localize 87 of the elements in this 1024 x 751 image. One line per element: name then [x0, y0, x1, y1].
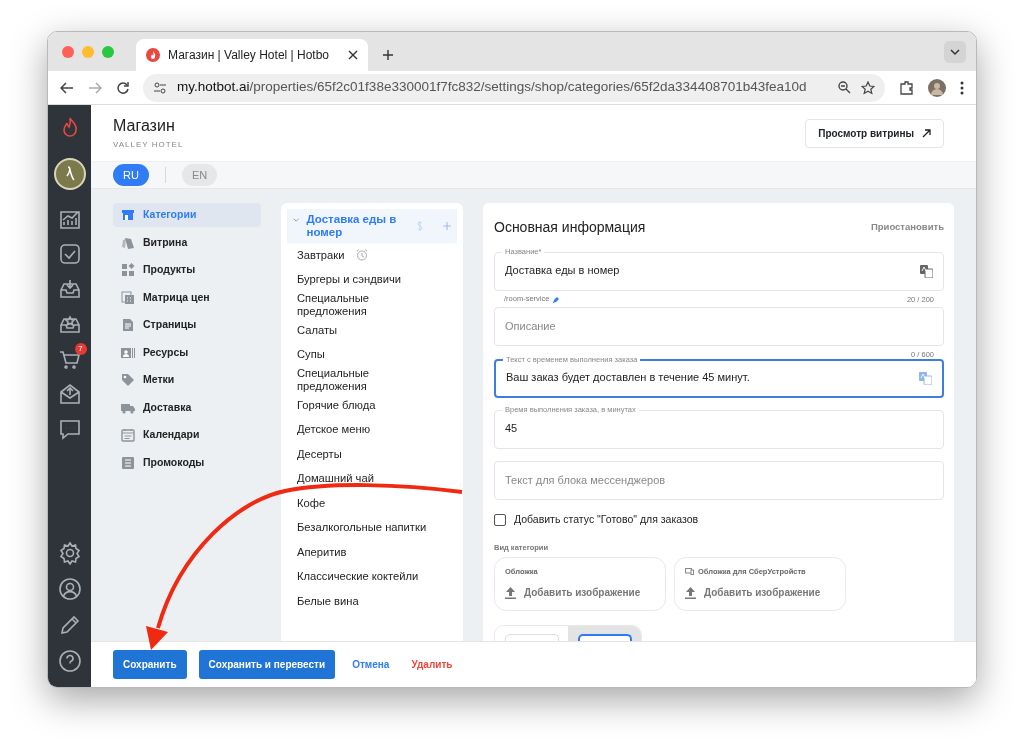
site-info-icon[interactable] [153, 81, 167, 94]
flame-logo-icon[interactable] [60, 117, 79, 137]
category-item[interactable]: Специальные предложения [297, 292, 435, 318]
input-field[interactable]: 45 [505, 420, 933, 437]
preview-button[interactable]: Просмотр витрины [805, 118, 944, 148]
category-item[interactable]: Белые вина [297, 594, 359, 608]
coupon-icon [121, 455, 135, 470]
add-image-link[interactable]: Добавить изображение [524, 585, 641, 601]
favicon-icon [146, 48, 160, 62]
page-title: Магазин [113, 115, 176, 136]
contact-card-icon [121, 345, 135, 360]
device-icon [685, 568, 694, 576]
add-image-link[interactable]: Добавить изображение [704, 585, 821, 601]
category-item[interactable]: Десерты [297, 447, 342, 461]
category-item[interactable]: Супы [297, 348, 325, 362]
mail-upload-icon[interactable] [57, 382, 82, 406]
checkbox[interactable] [494, 513, 506, 526]
url-text: my.hotbot.ai/properties/65f2c01f38e330001f7fc832/settings/shop/categories/65f2da334408701b43fea10d [177, 78, 808, 97]
input-field[interactable]: Описание [505, 318, 933, 335]
help-icon[interactable] [57, 649, 82, 673]
category-item[interactable]: Специальные предложения [297, 367, 435, 393]
menu-item[interactable]: Доставка [113, 395, 261, 420]
external-link-icon [922, 128, 931, 138]
category-item[interactable]: Домашний чай [297, 472, 374, 486]
delete-link[interactable]: Удалить [410, 656, 454, 673]
section-title: Основная информация [494, 218, 646, 237]
inbox-download-icon[interactable] [57, 277, 82, 301]
clock-icon [356, 249, 369, 262]
input-field[interactable]: Доставка еды в номер [505, 262, 920, 279]
back-icon[interactable] [60, 81, 74, 94]
suspend-link[interactable]: Приостановить [870, 220, 944, 235]
save-button[interactable]: Сохранить и перевести [198, 650, 336, 679]
settings-icon[interactable] [57, 541, 82, 565]
menu-item[interactable]: Витрина [113, 230, 261, 255]
chat-icon[interactable] [57, 417, 82, 441]
checkbox-label: Добавить статус "Готово" для заказов [514, 512, 699, 527]
upload-icon [685, 586, 696, 599]
calendar-icon [121, 428, 135, 442]
translate-icon[interactable] [920, 265, 933, 278]
menu-item[interactable]: Календари [113, 423, 261, 447]
address-bar[interactable]: my.hotbot.ai/properties/65f2c01f38e330001f7fc832/settings/shop/categories/65f2da334408701b43fea10d [143, 73, 885, 102]
storefront-icon [121, 208, 135, 222]
zoom-icon[interactable] [838, 81, 851, 94]
text-field[interactable]: Текст для блока мессенджеров [494, 461, 944, 500]
calculator-icon [121, 290, 135, 305]
more-icon[interactable] [960, 80, 964, 95]
blocks-icon [121, 263, 135, 277]
browser-tab[interactable]: Магазин | Valley Hotel | Hotbo [136, 39, 368, 71]
category-item[interactable]: Горячие блюда [297, 398, 376, 412]
cancel-link[interactable]: Отмена [351, 656, 391, 673]
notification-badge: 7 [74, 343, 87, 355]
tags-icon [121, 235, 135, 250]
category-item[interactable]: Салаты [297, 323, 338, 337]
hotel-avatar-icon[interactable] [53, 158, 86, 190]
hotel-name: VALLEY HOTEL [113, 138, 184, 151]
save-button[interactable]: Сохранить [113, 650, 187, 679]
tab-title: Магазин | Valley Hotel | Hotbo [168, 47, 331, 64]
bookmark-star-icon[interactable] [861, 80, 875, 95]
category-item[interactable]: Детское меню [297, 423, 371, 437]
input-field[interactable]: Ваш заказ будет доставлен в течение 45 минут. [506, 369, 919, 386]
category-item[interactable]: Бургеры и сэндвичи [297, 273, 401, 287]
menu-item[interactable]: Матрица цен [113, 285, 261, 310]
text-field[interactable]: Описание [494, 307, 944, 346]
reload-icon[interactable] [116, 81, 129, 94]
menu-item[interactable]: Ресурсы [113, 340, 261, 365]
user-icon[interactable] [57, 577, 82, 601]
tag-icon [121, 373, 135, 387]
profile-avatar-icon[interactable] [928, 78, 946, 97]
category-item[interactable]: Безалкогольные напитки [297, 521, 427, 535]
menu-item[interactable]: Страницы [113, 313, 261, 337]
upload-icon [505, 586, 516, 599]
category-item[interactable]: Аперитив [297, 545, 347, 559]
extensions-icon[interactable] [899, 80, 914, 95]
menu-item[interactable]: Промокоды [113, 450, 261, 475]
category-item[interactable]: Классические коктейли [297, 570, 419, 584]
language-tab[interactable]: RU [113, 163, 149, 187]
tab-menu-icon[interactable] [944, 41, 966, 63]
menu-item[interactable]: Продукты [113, 258, 261, 282]
category-item[interactable]: Кофе [297, 496, 326, 510]
input-field[interactable]: Текст для блока мессенджеров [505, 472, 933, 489]
checkmark-icon[interactable] [57, 242, 82, 266]
close-icon[interactable] [348, 50, 358, 60]
category-item[interactable]: Завтраки [297, 248, 345, 262]
new-tab-icon[interactable] [382, 49, 394, 61]
document-icon [121, 318, 135, 332]
pencil-icon[interactable] [553, 295, 561, 303]
menu-item[interactable]: Метки [113, 368, 261, 392]
